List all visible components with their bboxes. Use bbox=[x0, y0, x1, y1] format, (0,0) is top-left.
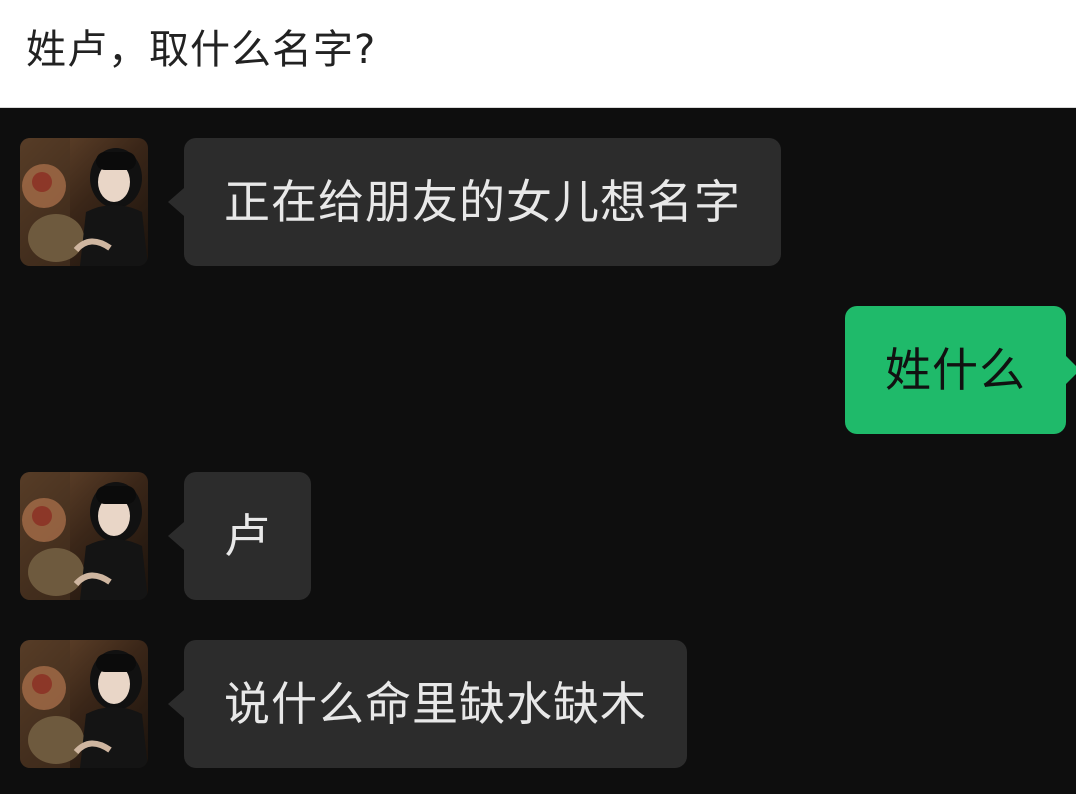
chat-screen: 姓卢，取什么名字? 正在给朋友的女儿想名字 姓什么 卢 说什么命里缺水缺木 bbox=[0, 0, 1076, 794]
contact-avatar[interactable] bbox=[20, 640, 148, 768]
contact-avatar[interactable] bbox=[20, 472, 148, 600]
message-text: 说什么命里缺水缺木 bbox=[224, 677, 647, 731]
contact-avatar[interactable] bbox=[20, 138, 148, 266]
avatar-photo bbox=[20, 472, 148, 600]
incoming-message[interactable]: 说什么命里缺水缺木 bbox=[168, 640, 687, 768]
message-text: 卢 bbox=[224, 509, 271, 563]
post-title: 姓卢，取什么名字? bbox=[26, 27, 377, 73]
message-text: 正在给朋友的女儿想名字 bbox=[224, 175, 741, 229]
avatar-photo bbox=[20, 640, 148, 768]
outgoing-message[interactable]: 姓什么 bbox=[845, 306, 1076, 434]
incoming-message[interactable]: 卢 bbox=[168, 472, 311, 600]
post-header: 姓卢，取什么名字? bbox=[0, 0, 1076, 108]
incoming-message[interactable]: 正在给朋友的女儿想名字 bbox=[168, 138, 781, 266]
avatar-photo bbox=[20, 138, 148, 266]
message-text: 姓什么 bbox=[885, 343, 1026, 397]
chat-area[interactable]: 正在给朋友的女儿想名字 姓什么 卢 说什么命里缺水缺木 bbox=[0, 108, 1076, 794]
